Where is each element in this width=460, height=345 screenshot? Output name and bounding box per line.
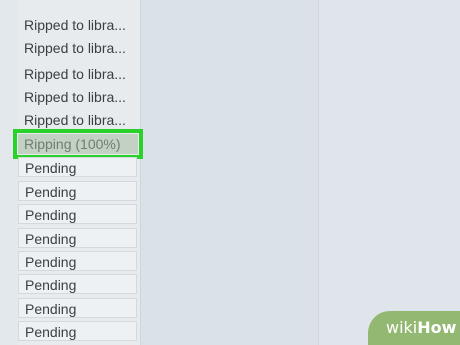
rip-status-cell[interactable]: Ripped to libra... (18, 110, 137, 130)
rip-status-cell[interactable]: Ripped to libra... (18, 64, 137, 84)
rip-status-cell[interactable]: Ripped to libra... (18, 38, 137, 58)
left-gutter (0, 0, 18, 345)
wikihow-watermark: wikiHow (368, 311, 460, 345)
rip-status-cell[interactable]: Pending (18, 321, 137, 341)
rip-status-cell[interactable]: Pending (18, 204, 137, 224)
rip-status-cell[interactable]: Pending (18, 274, 137, 294)
rip-status-cell[interactable]: Ripped to libra... (18, 87, 137, 107)
rip-status-cell[interactable]: Pending (18, 298, 137, 318)
rip-status-cell[interactable]: Pending (18, 181, 137, 201)
rip-status-cell[interactable]: Pending (18, 157, 137, 177)
middle-pane (141, 0, 318, 345)
rip-status-cell[interactable]: Ripped to libra... (18, 15, 137, 35)
rip-status-cell-ripping[interactable]: Ripping (100%) (13, 129, 143, 159)
watermark-how: How (417, 318, 457, 337)
rip-status-cell[interactable]: Pending (18, 228, 137, 248)
watermark-wiki: wiki (386, 318, 418, 337)
rip-status-cell[interactable]: Pending (18, 251, 137, 271)
right-pane (319, 0, 460, 345)
